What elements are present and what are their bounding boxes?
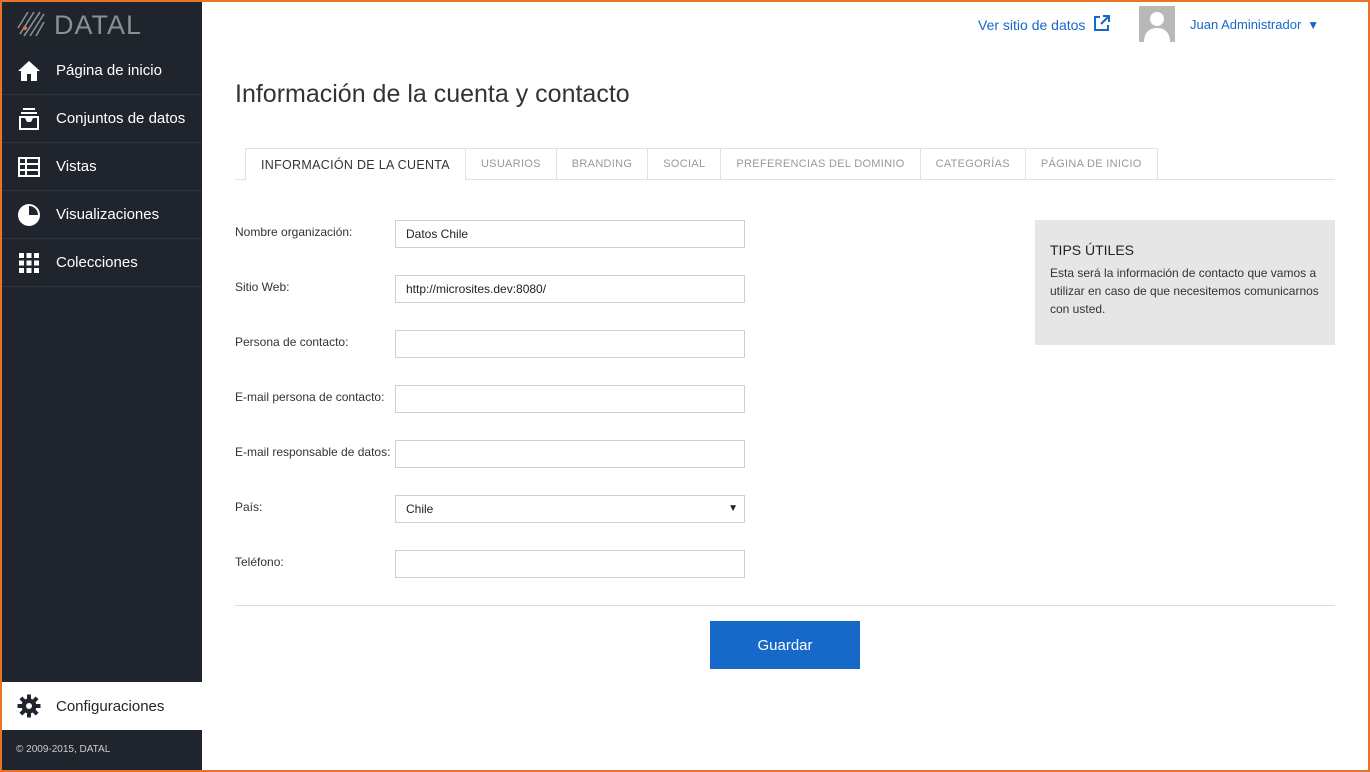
- tab-branding[interactable]: BRANDING: [555, 148, 649, 180]
- country-label: País:: [235, 500, 263, 514]
- inbox-icon: [16, 106, 42, 132]
- copyright: © 2009-2015, DATAL: [16, 744, 111, 755]
- logo-icon: [16, 8, 46, 43]
- website-input[interactable]: http://microsites.dev:8080/: [395, 275, 745, 303]
- home-icon: [16, 58, 42, 84]
- contact-person-label: Persona de contacto:: [235, 335, 349, 349]
- org-name-value: Datos Chile: [406, 227, 469, 241]
- save-button[interactable]: Guardar: [710, 621, 860, 669]
- org-name-input[interactable]: Datos Chile: [395, 220, 745, 248]
- sidebar-item-visualizations[interactable]: Visualizaciones: [0, 191, 202, 239]
- tab-categories[interactable]: CATEGORÍAS: [919, 148, 1026, 180]
- sidebar-item-collections[interactable]: Colecciones: [0, 239, 202, 287]
- pie-chart-icon: [16, 202, 42, 228]
- sidebar-item-label: Vistas: [56, 158, 97, 175]
- form-divider: [235, 605, 1335, 606]
- logo-text: DATAL: [54, 9, 143, 40]
- sidebar-item-views[interactable]: Vistas: [0, 143, 202, 191]
- dropdown-arrow-icon: ▼: [728, 503, 738, 514]
- website-value: http://microsites.dev:8080/: [406, 282, 547, 296]
- website-label: Sitio Web:: [235, 280, 290, 294]
- sidebar-item-label: Configuraciones: [56, 697, 165, 715]
- tips-title: TIPS ÚTILES: [1050, 242, 1135, 258]
- tips-panel: TIPS ÚTILES Esta será la información de …: [1035, 220, 1335, 345]
- tips-text: Esta será la información de contacto que…: [1050, 266, 1319, 316]
- logo[interactable]: DATAL: [16, 8, 142, 42]
- sidebar-item-home[interactable]: Página de inicio: [0, 47, 202, 95]
- tab-homepage[interactable]: PÁGINA DE INICIO: [1024, 148, 1158, 180]
- tab-bar: INFORMACIÓN DE LA CUENTA USUARIOS BRANDI…: [245, 148, 1158, 181]
- data-email-input[interactable]: [395, 440, 745, 468]
- avatar[interactable]: [1139, 6, 1175, 42]
- contact-email-label: E-mail persona de contacto:: [235, 390, 385, 404]
- phone-label: Teléfono:: [235, 555, 284, 569]
- phone-input[interactable]: [395, 550, 745, 578]
- tab-account-info[interactable]: INFORMACIÓN DE LA CUENTA: [245, 148, 466, 181]
- tab-domain-preferences[interactable]: PREFERENCIAS DEL DOMINIO: [720, 148, 921, 180]
- sidebar-item-settings[interactable]: Configuraciones: [0, 682, 202, 730]
- view-site-label: Ver sitio de datos: [978, 17, 1086, 33]
- user-menu[interactable]: Juan Administrador ▼: [1190, 17, 1319, 32]
- country-value: Chile: [406, 502, 434, 516]
- table-icon: [16, 154, 42, 180]
- sidebar-item-label: Visualizaciones: [56, 206, 160, 223]
- org-name-label: Nombre organización:: [235, 225, 353, 239]
- data-email-label: E-mail responsable de datos:: [235, 445, 391, 459]
- gear-icon: [16, 693, 42, 719]
- user-name: Juan Administrador: [1190, 17, 1302, 32]
- country-select[interactable]: Chile ▼: [395, 495, 745, 523]
- contact-email-input[interactable]: [395, 385, 745, 413]
- view-site-link[interactable]: Ver sitio de datos: [978, 15, 1111, 35]
- sidebar-item-label: Conjuntos de datos: [56, 110, 186, 127]
- external-link-icon: [1093, 15, 1111, 35]
- tab-social[interactable]: SOCIAL: [647, 148, 722, 180]
- page-title: Información de la cuenta y contacto: [235, 80, 630, 108]
- chevron-down-icon: ▼: [1307, 17, 1320, 32]
- sidebar: DATAL Página de inicio Conjuntos de dato…: [0, 0, 202, 772]
- tab-users[interactable]: USUARIOS: [464, 148, 557, 180]
- sidebar-item-label: Colecciones: [56, 254, 138, 271]
- contact-person-input[interactable]: [395, 330, 745, 358]
- sidebar-item-datasets[interactable]: Conjuntos de datos: [0, 95, 202, 143]
- sidebar-nav: Página de inicio Conjuntos de datos Vist…: [0, 47, 202, 287]
- grid-icon: [16, 250, 42, 276]
- sidebar-item-label: Página de inicio: [56, 62, 162, 79]
